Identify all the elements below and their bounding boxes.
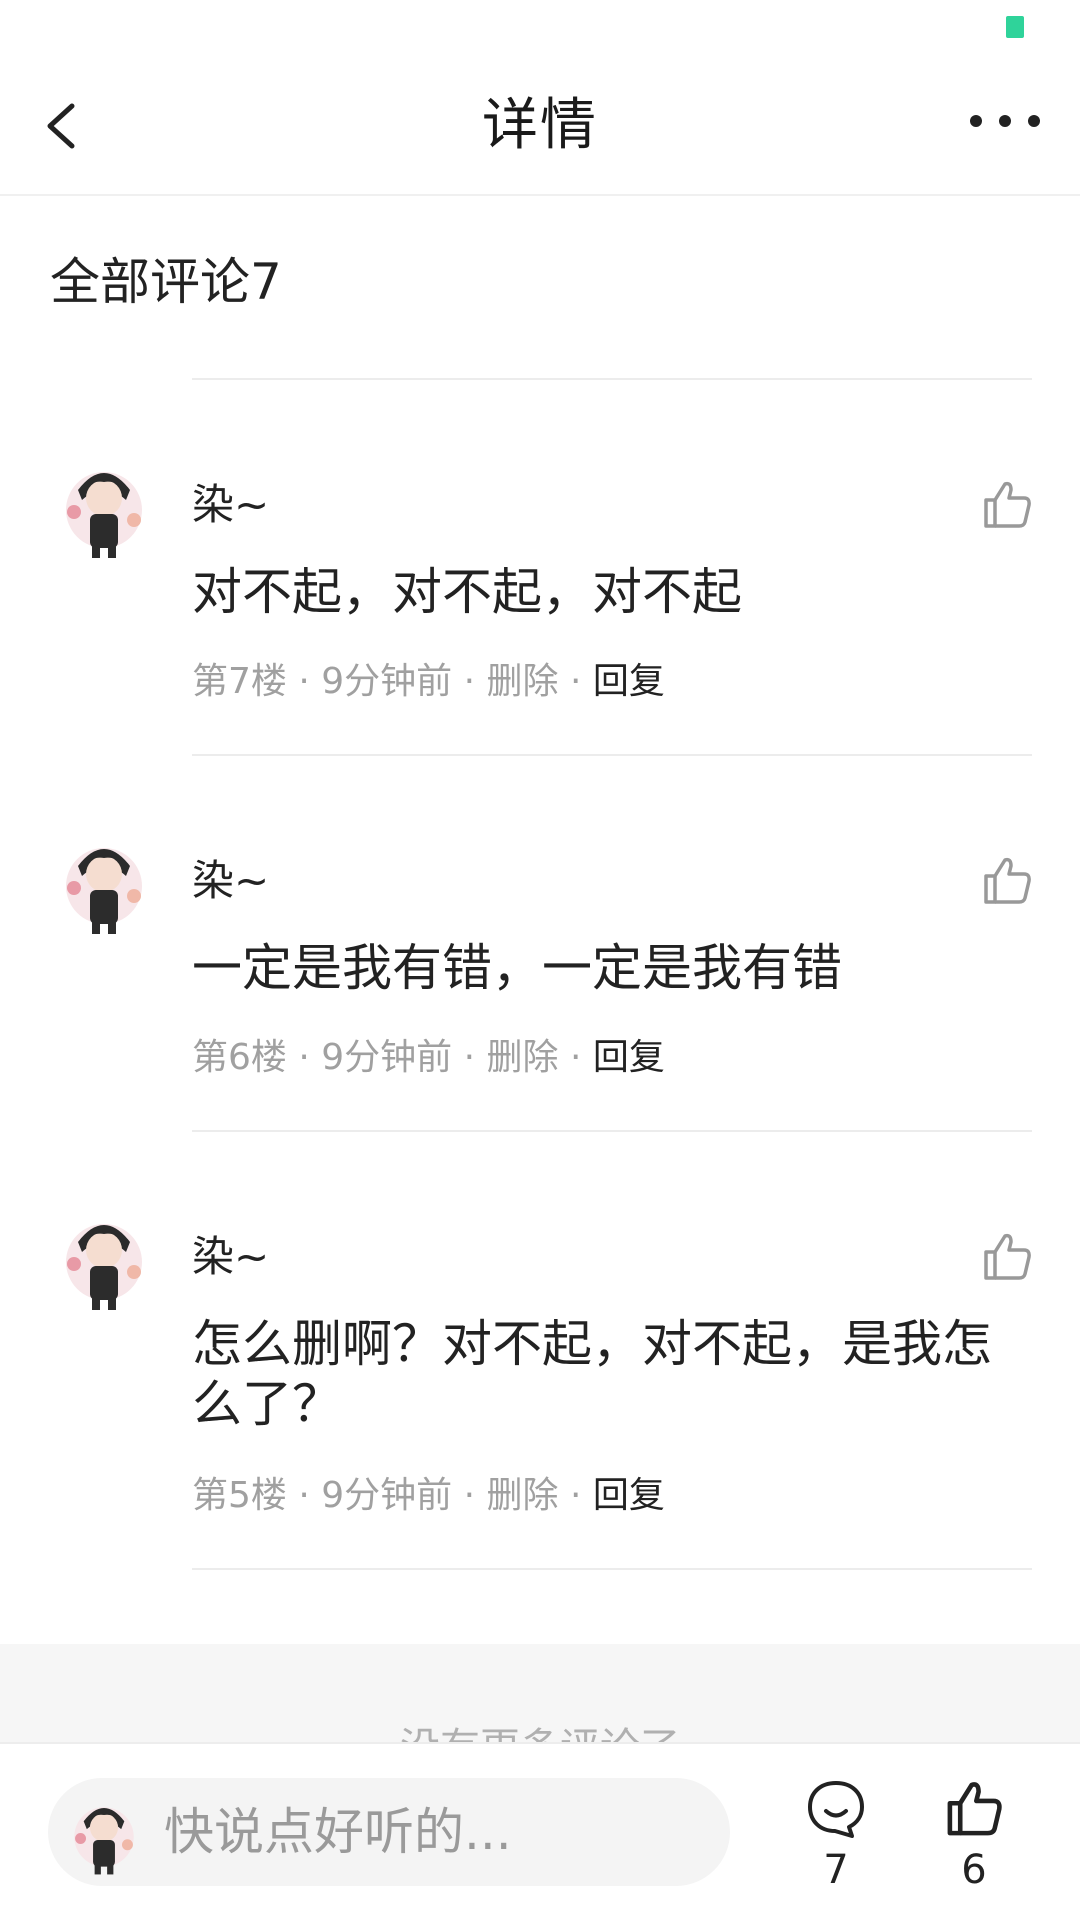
comment-input[interactable]: 快说点好听的... — [48, 1778, 730, 1886]
divider — [192, 754, 1032, 756]
thumbs-up-icon[interactable] — [980, 1230, 1034, 1284]
more-dot — [1028, 115, 1040, 127]
comment-author[interactable]: 染~ — [192, 856, 269, 906]
avatar — [74, 1807, 134, 1875]
delete-link[interactable]: 删除 — [487, 661, 559, 702]
page-title: 详情 — [482, 93, 598, 158]
comment-author[interactable]: 染~ — [192, 1232, 269, 1282]
comment-text: 一定是我有错，一定是我有错 — [192, 939, 842, 997]
delete-link[interactable]: 删除 — [487, 1475, 559, 1516]
comment-time: 9分钟前 — [321, 1037, 453, 1078]
comment-text: 对不起，对不起，对不起 — [192, 563, 742, 621]
comments-header: 全部评论7 — [50, 253, 282, 311]
no-more-section: 没有更多评论了 — [0, 1644, 1080, 1744]
bottom-action-bar: 快说点好听的... 7 6 — [0, 1742, 1080, 1922]
comment-text: 怎么删啊？对不起，对不起，是我怎么了？ — [192, 1315, 992, 1433]
comment-meta: 第6楼 · 9分钟前 · 删除 · 回复 — [192, 1037, 665, 1078]
thumbs-up-icon[interactable] — [980, 854, 1034, 908]
comment-floor: 第7楼 — [192, 661, 287, 702]
avatar[interactable] — [60, 1202, 148, 1312]
avatar[interactable] — [60, 826, 148, 936]
delete-link[interactable]: 删除 — [487, 1037, 559, 1078]
top-nav-bar: 详情 — [0, 60, 1080, 194]
reply-link[interactable]: 回复 — [593, 1037, 665, 1078]
comment-input-placeholder: 快说点好听的... — [164, 1803, 512, 1861]
no-more-label: 没有更多评论了 — [0, 1724, 1080, 1744]
divider — [192, 1130, 1032, 1132]
reply-link[interactable]: 回复 — [593, 1475, 665, 1516]
more-dots-icon — [970, 115, 982, 127]
status-indicator — [1006, 16, 1024, 38]
avatar[interactable] — [60, 450, 148, 560]
more-dot — [999, 115, 1011, 127]
comment-time: 9分钟前 — [321, 1475, 453, 1516]
comment-floor: 第6楼 — [192, 1037, 287, 1078]
nav-divider — [0, 194, 1080, 196]
reply-link[interactable]: 回复 — [593, 661, 665, 702]
comment-count-button[interactable]: 7 — [796, 1778, 876, 1892]
divider — [192, 378, 1032, 380]
more-button[interactable] — [970, 106, 1040, 136]
thumbs-up-icon — [947, 1782, 1002, 1836]
divider — [192, 1568, 1032, 1570]
comment-meta: 第7楼 · 9分钟前 · 删除 · 回复 — [192, 661, 665, 702]
comment-meta: 第5楼 · 9分钟前 · 删除 · 回复 — [192, 1475, 665, 1516]
comment-count: 7 — [823, 1847, 849, 1893]
like-count-button[interactable]: 6 — [934, 1778, 1014, 1892]
comment-author[interactable]: 染~ — [192, 480, 269, 530]
like-count: 6 — [961, 1847, 987, 1893]
chat-bubble-icon — [808, 1781, 864, 1838]
comment-floor: 第5楼 — [192, 1475, 287, 1516]
comment-time: 9分钟前 — [321, 661, 453, 702]
thumbs-up-icon[interactable] — [980, 478, 1034, 532]
